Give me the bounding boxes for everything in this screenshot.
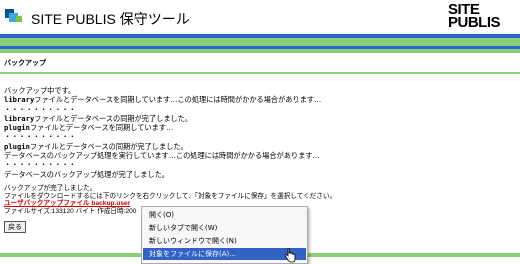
menu-item-save-target-as[interactable]: 対象をファイルに保存(A)...: [143, 248, 306, 260]
log-line: データベースのバックアップ処理を実行しています…この処理には時間がかかる場合があ…: [4, 151, 320, 161]
context-menu: 開く(O) 新しいタブで開く(W) 新しいウィンドウで開く(N) 対象をファイル…: [141, 206, 308, 264]
section-divider: [0, 72, 520, 74]
log-prefix: library: [4, 95, 35, 105]
menu-item-open[interactable]: 開く(O): [143, 209, 306, 221]
log-dots: ・・・・・・・・・・: [4, 104, 76, 114]
log-dots: ・・・・・・・・・・: [4, 132, 76, 142]
log-line: ファイルとデータベースの同期が完了しました。: [29, 141, 188, 151]
backup-log: バックアップ中です。 libraryファイルとデータベースを同期しています…この…: [4, 86, 321, 179]
back-button[interactable]: 戻る: [4, 221, 26, 233]
log-line: ファイルとデータベースを同期しています…この処理には時間がかかる場合があります…: [34, 95, 322, 105]
log-line: ファイルとデータベースの同期が完了しました。: [34, 113, 193, 123]
app-icon: [5, 9, 25, 25]
log-line: データベースのバックアップ処理が完了しました。: [4, 169, 169, 179]
menu-item-open-new-window[interactable]: 新しいウィンドウで開く(N): [143, 235, 306, 247]
app-header: SITE PUBLIS 保守ツール SITE PUBLIS: [0, 0, 520, 34]
menu-item-open-new-tab[interactable]: 新しいタブで開く(W): [143, 222, 306, 234]
app-title: SITE PUBLIS 保守ツール: [31, 11, 190, 27]
header-stripes: [0, 34, 520, 53]
logo-line-2: PUBLIS: [448, 14, 501, 31]
log-line: ファイルとデータベースを同期しています…: [29, 123, 174, 133]
log-dots: ・・・・・・・・・・: [4, 160, 76, 170]
section-title: バックアップ: [4, 59, 46, 67]
site-publis-logo: SITE PUBLIS: [448, 2, 514, 31]
log-prefix: plugin: [4, 123, 30, 133]
log-line: バックアップ中です。: [4, 86, 76, 95]
log-prefix: library: [4, 113, 35, 123]
hand-cursor-icon: [284, 248, 296, 263]
log-prefix: plugin: [4, 141, 30, 151]
done-message: バックアップが完了しました。: [4, 185, 97, 192]
